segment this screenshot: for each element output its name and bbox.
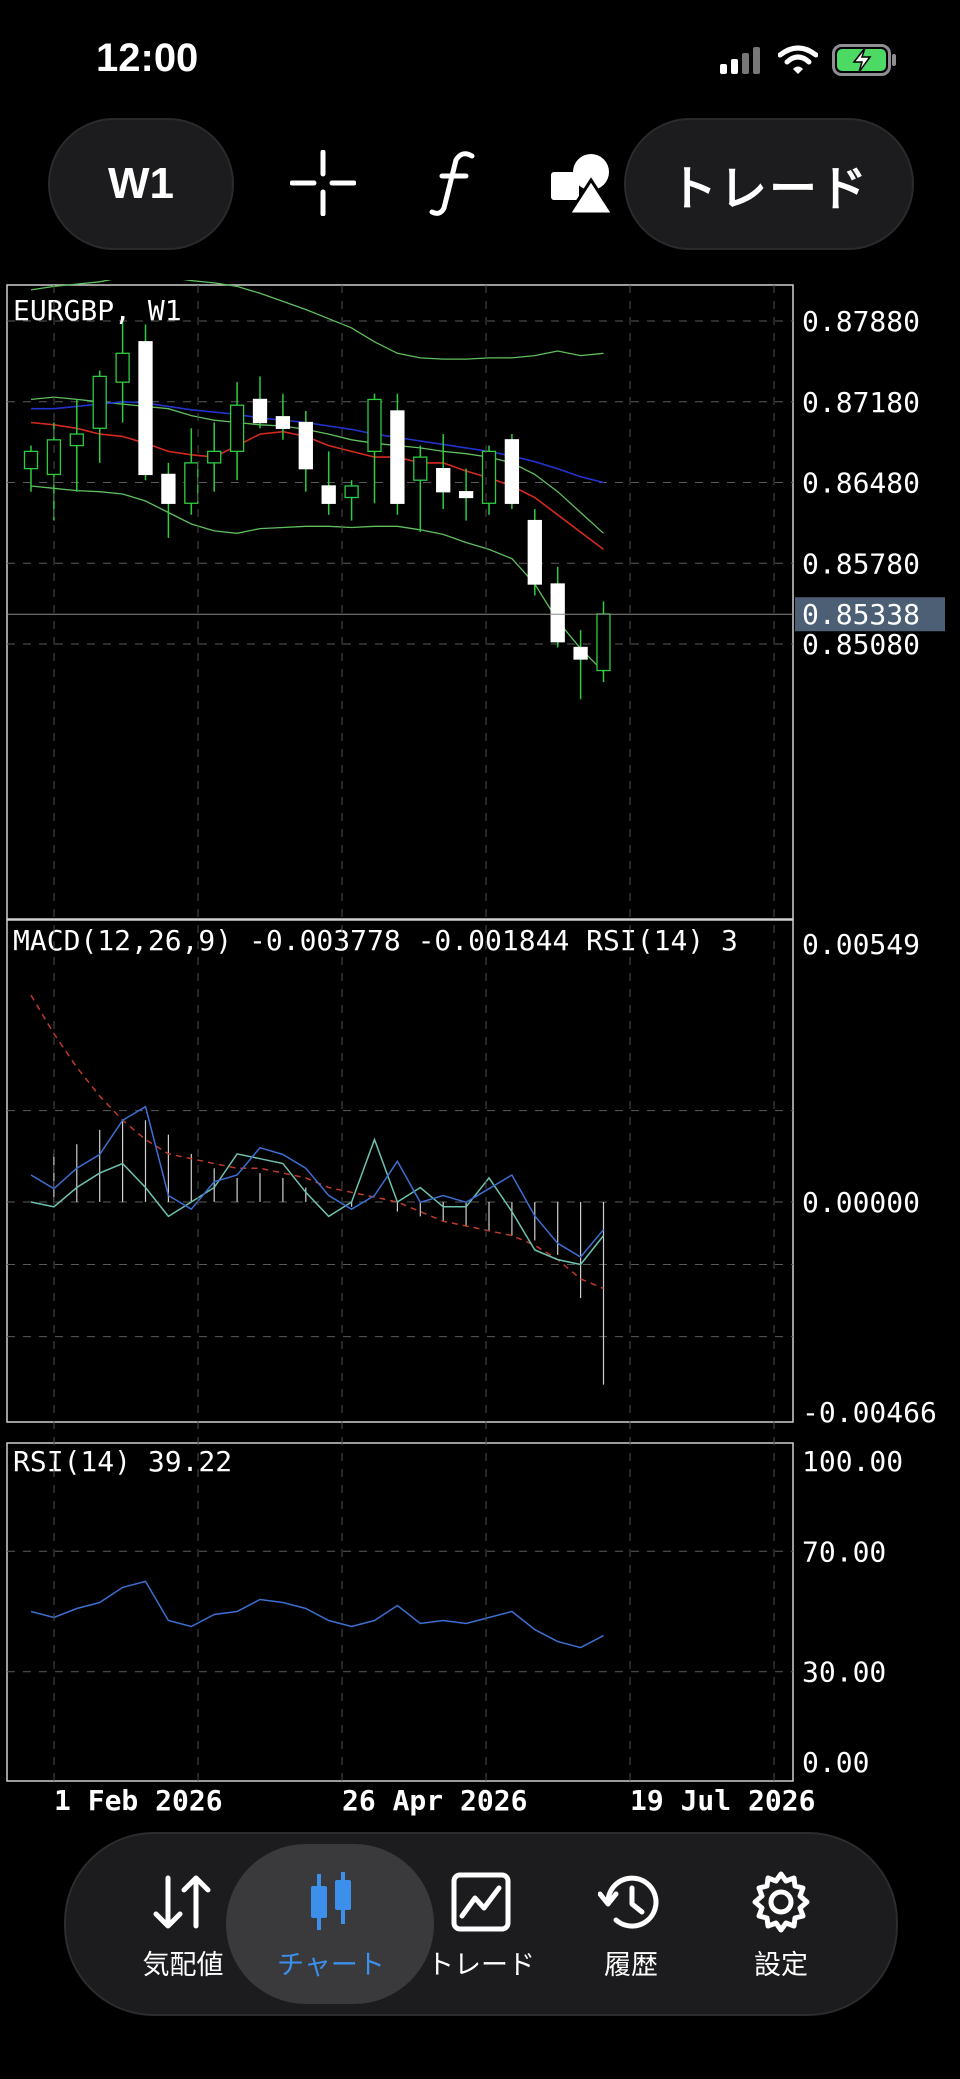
candle-body xyxy=(413,456,428,481)
tab-history[interactable]: 履歴 xyxy=(556,1834,706,2014)
candle-body xyxy=(184,462,199,504)
candle-body xyxy=(92,375,107,429)
trade-button[interactable]: トレード xyxy=(624,118,914,250)
candle-body xyxy=(596,613,611,672)
rsi-line xyxy=(30,1580,604,1649)
rsi-panel-frame xyxy=(6,1442,794,1782)
candle-body xyxy=(115,352,130,383)
rsi-panel: RSI(14) 39.22 100.00 70.00 30.00 0.00 xyxy=(6,1442,903,1782)
tab-bar: 気配値 チャート トレード 履歴 設定 xyxy=(64,1832,898,2016)
candle-body xyxy=(344,485,359,499)
price-tick-label: 0.87880 xyxy=(802,305,920,338)
crosshair-icon xyxy=(290,150,356,216)
tab-settings[interactable]: 設定 xyxy=(706,1834,856,2014)
macd-panel-frame xyxy=(6,919,794,1423)
candle-body xyxy=(550,583,565,643)
candle-body xyxy=(23,450,39,470)
trade-chart-icon xyxy=(451,1872,511,1931)
indicators-button[interactable] xyxy=(408,138,498,228)
macd-signal-line xyxy=(30,994,604,1290)
candle-body xyxy=(367,398,382,453)
wifi-icon xyxy=(778,45,818,74)
cellular-signal-icon xyxy=(720,47,760,74)
candle-body xyxy=(138,341,153,476)
tab-quotes[interactable]: 気配値 xyxy=(108,1834,258,2014)
macd-rsi-overlay xyxy=(30,1105,605,1258)
time-axis: 1 Feb 2026 26 Apr 2026 19 Jul 2026 xyxy=(54,1784,815,1817)
candle-body xyxy=(527,519,542,585)
status-time: 12:00 xyxy=(96,36,199,80)
candle-body xyxy=(69,433,84,447)
rsi-tick-label: 0.00 xyxy=(802,1746,869,1779)
candle-body xyxy=(298,421,313,470)
macd-tick-label: 0.00000 xyxy=(802,1186,920,1219)
macd-label: MACD(12,26,9) -0.003778 -0.001844 RSI(14… xyxy=(13,924,738,957)
tab-settings-label: 設定 xyxy=(754,1949,808,1981)
macd-histogram xyxy=(53,1120,605,1385)
tab-chart[interactable]: チャート xyxy=(256,1834,406,2014)
timeframe-button[interactable]: W1 xyxy=(48,118,234,250)
candle-body xyxy=(252,398,268,424)
rsi-label: RSI(14) 39.22 xyxy=(13,1445,232,1478)
gear-icon xyxy=(752,1871,810,1932)
candle-body xyxy=(207,450,222,464)
macd-grid xyxy=(7,1110,793,1338)
date-label: 19 Jul 2026 xyxy=(630,1784,815,1817)
objects-button[interactable] xyxy=(538,138,628,228)
rsi-tick-label: 70.00 xyxy=(802,1535,886,1568)
battery-charging-icon xyxy=(832,44,896,76)
chart-title: EURGBP, W1 xyxy=(13,294,182,327)
candle-body xyxy=(390,410,405,504)
function-icon xyxy=(429,151,475,216)
price-tick-label: 0.85780 xyxy=(802,547,920,580)
shapes-icon xyxy=(551,154,616,216)
rsi-axis: 100.00 70.00 30.00 0.00 xyxy=(802,1445,903,1779)
price-tick-label: 0.87180 xyxy=(802,386,920,419)
rsi-tick-label: 30.00 xyxy=(802,1656,886,1689)
tab-chart-label: チャート xyxy=(277,1949,385,1981)
rsi-grid xyxy=(7,1550,793,1673)
price-panel: EURGBP, W1 0.87880 0.87180 0.86480 0.85780 0… xyxy=(6,280,945,920)
candle-body xyxy=(321,485,336,504)
candle-body xyxy=(275,416,291,429)
current-price-label: 0.85338 xyxy=(802,598,920,631)
tab-trade[interactable]: トレード xyxy=(406,1834,556,2014)
tab-quotes-label: 気配値 xyxy=(142,1949,224,1981)
tab-trade-label: トレード xyxy=(427,1949,535,1981)
macd-axis: 0.00549 0.00000 -0.00466 xyxy=(802,928,937,1429)
status-icons xyxy=(718,44,898,76)
candle-body xyxy=(229,404,245,453)
crosshair-button[interactable] xyxy=(278,138,368,228)
date-label: 1 Feb 2026 xyxy=(54,1784,223,1817)
candlesticks xyxy=(23,318,611,700)
chart-area[interactable]: EURGBP, W1 0.87880 0.87180 0.86480 0.85780 0… xyxy=(0,280,960,1830)
price-tick-label: 0.86480 xyxy=(802,467,920,500)
candlestick-icon xyxy=(311,1871,351,1930)
arrows-updown-icon xyxy=(153,1875,211,1928)
macd-panel: MACD(12,26,9) -0.003778 -0.001844 RSI(14… xyxy=(6,919,937,1429)
rsi-tick-label: 100.00 xyxy=(802,1445,903,1478)
candle-body xyxy=(573,646,588,660)
candle-body xyxy=(458,491,474,499)
candle-body xyxy=(436,468,451,493)
tab-history-label: 履歴 xyxy=(604,1949,658,1981)
macd-tick-label: 0.00549 xyxy=(802,928,920,961)
candle-body xyxy=(161,473,176,504)
date-label: 26 Apr 2026 xyxy=(342,1784,527,1817)
candle-body xyxy=(504,439,520,504)
history-icon xyxy=(598,1875,659,1929)
price-tick-label: 0.85080 xyxy=(802,628,920,661)
candle-body xyxy=(481,450,497,504)
macd-tick-label: -0.00466 xyxy=(802,1396,937,1429)
